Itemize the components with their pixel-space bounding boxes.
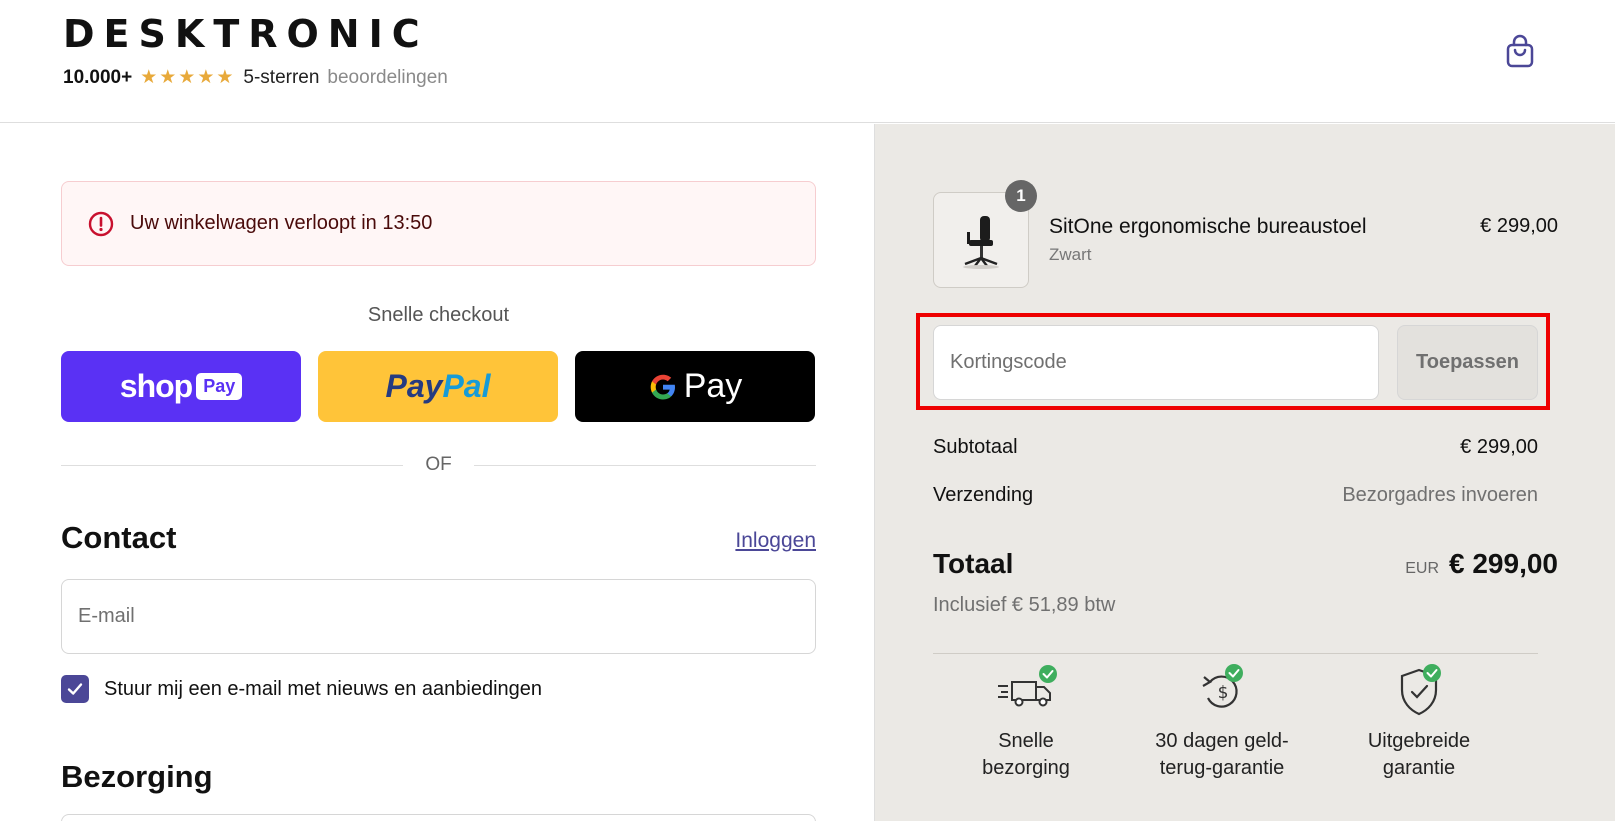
discount-code-input[interactable] (933, 325, 1379, 400)
divider-line (61, 464, 404, 466)
rating-label-sub: beoordelingen (327, 66, 448, 88)
google-pay-label: Pay (683, 367, 743, 405)
total-amount: EUR € 299,00 (1405, 548, 1558, 580)
product-price: € 299,00 (1480, 215, 1558, 237)
quantity-badge: 1 (1005, 180, 1037, 212)
login-link[interactable]: Inloggen (735, 529, 816, 553)
paypal-logo-part1: Pay (385, 368, 443, 404)
tax-line: Inclusief € 51,89 btw (933, 594, 1116, 616)
office-chair-image (963, 216, 999, 269)
subtotal-row: Subtotaal € 299,00 (933, 436, 1538, 459)
cart-expiry-banner: Uw winkelwagen verloopt in 13:50 (61, 181, 816, 266)
delivery-country-field[interactable] (61, 814, 816, 821)
cart-expiry-message: Uw winkelwagen verloopt in 13:50 (130, 212, 433, 234)
google-pay-button[interactable]: Pay (575, 351, 815, 422)
shipping-value: Bezorgadres invoeren (1342, 484, 1538, 506)
paypal-button[interactable]: Pay Pal (318, 351, 558, 422)
brand-logo[interactable]: DESKTRONIC (63, 12, 429, 56)
total-value: € 299,00 (1449, 548, 1558, 579)
divider-line (473, 464, 817, 466)
rating-label-main: 5-sterren (243, 66, 320, 88)
order-summary-column: 1 SitOne ergonomische bureaustoel Zwart … (874, 124, 1615, 821)
benefit-fast-delivery: Snelle bezorging (926, 662, 1126, 782)
benefit-label: Snelle bezorging (982, 730, 1070, 779)
or-divider: OF (61, 450, 817, 480)
total-label: Totaal (933, 548, 1014, 579)
email-field[interactable] (61, 579, 816, 654)
shop-pay-logo-text: shop (119, 368, 193, 404)
money-back-icon: $ (1202, 664, 1243, 708)
checkmark-icon (67, 683, 83, 695)
rating-stars-icon: ★★★★★ (140, 67, 236, 88)
shop-pay-pill: Pay (196, 373, 243, 400)
newsletter-checkbox[interactable] (61, 675, 89, 703)
product-variant: Zwart (1049, 245, 1092, 264)
shipping-label: Verzending (933, 484, 1034, 506)
shield-check-icon (1400, 664, 1441, 716)
newsletter-option[interactable]: Stuur mij een e-mail met nieuws en aanbi… (61, 675, 542, 703)
contact-section-title: Contact (61, 520, 177, 555)
site-header: DESKTRONIC 10.000+ ★★★★★ 5-sterren beoor… (0, 0, 1615, 123)
fast-delivery-truck-icon (998, 665, 1057, 707)
shop-pay-button[interactable]: shop Pay (61, 351, 301, 422)
google-g-icon (650, 374, 675, 399)
benefit-label: Uitgebreide garantie (1367, 730, 1471, 779)
product-name: SitOne ergonomische bureaustoel (1049, 215, 1367, 238)
rating-count: 10.000+ (63, 66, 133, 88)
benefit-label: 30 dagen geld- terug-garantie (1155, 730, 1289, 779)
subtotal-label: Subtotaal (933, 436, 1018, 458)
shipping-row: Verzending Bezorgadres invoeren (933, 484, 1538, 507)
paypal-logo-part2: Pal (442, 368, 491, 404)
shopping-bag-icon[interactable] (1505, 34, 1535, 68)
total-currency: EUR (1405, 560, 1439, 577)
apply-discount-button[interactable]: Toepassen (1397, 325, 1538, 400)
benefit-money-back: $ 30 dagen geld- terug-garantie (1122, 662, 1322, 782)
or-text: OF (425, 454, 452, 475)
delivery-section-title: Bezorging (61, 759, 213, 794)
rating-summary: 10.000+ ★★★★★ 5-sterren beoordelingen (63, 66, 448, 89)
subtotal-value: € 299,00 (1460, 436, 1538, 458)
alert-circle-icon (88, 211, 114, 236)
benefit-extended-warranty: Uitgebreide garantie (1319, 662, 1519, 782)
quick-checkout-title: Snelle checkout (367, 304, 510, 326)
checkout-form-column: Uw winkelwagen verloopt in 13:50 Snelle … (0, 124, 873, 821)
newsletter-label: Stuur mij een e-mail met nieuws en aanbi… (104, 677, 543, 700)
summary-divider (933, 653, 1538, 654)
svg-text:$: $ (1218, 683, 1229, 703)
